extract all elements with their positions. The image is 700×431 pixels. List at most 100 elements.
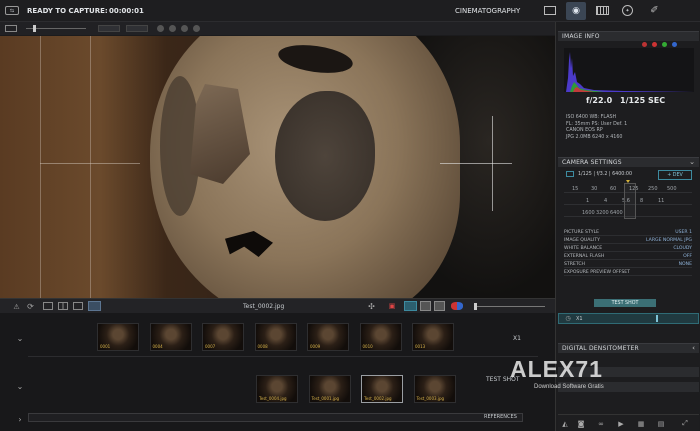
- thumbnail[interactable]: Test_0002.jpg: [361, 375, 403, 403]
- setting-label: EXTERNAL FLASH: [564, 254, 605, 259]
- guide-line: [90, 36, 91, 298]
- effects-icon[interactable]: ✐: [648, 4, 661, 17]
- crosshair-right-h: [440, 163, 512, 164]
- setting-row[interactable]: EXPOSURE PREVIEW OFFSET: [564, 270, 692, 276]
- thumbnail-label: 0001: [100, 344, 111, 349]
- setting-value: NONE: [678, 262, 692, 267]
- timer-icon[interactable]: ◷: [564, 315, 572, 322]
- opacity-slider-handle[interactable]: [474, 303, 477, 310]
- thumbnail[interactable]: 0001: [97, 323, 139, 351]
- grid-icon[interactable]: ▦: [636, 419, 646, 428]
- thumbnail[interactable]: Test_0001.jpg: [308, 375, 351, 403]
- image-info-header[interactable]: IMAGE INFO: [558, 31, 699, 41]
- track1-collapse-icon[interactable]: ⌄: [15, 333, 25, 343]
- thumbnail-label: 0008: [257, 344, 268, 349]
- chevron-down-icon[interactable]: ⌄: [689, 158, 695, 166]
- camera-icon[interactable]: ◉: [566, 2, 586, 20]
- onion-skin-icon[interactable]: [451, 302, 463, 310]
- triangle-warning-icon[interactable]: ⚠: [12, 302, 21, 311]
- camera-settings-header[interactable]: CAMERA SETTINGS ⌄: [558, 157, 699, 167]
- track2-collapse-icon[interactable]: ⌄: [15, 381, 25, 391]
- monitor-icon[interactable]: [544, 6, 556, 15]
- test-shot-button[interactable]: TEST SHOT: [594, 299, 656, 307]
- references-track[interactable]: [28, 413, 523, 422]
- setting-value: CLOUDY: [673, 246, 692, 251]
- overlay-c-button[interactable]: [434, 301, 445, 311]
- thumbnail[interactable]: 0010: [359, 323, 402, 351]
- camera-connect-icon[interactable]: ⇆: [5, 6, 19, 15]
- viewer-bottom-toolbar: ⚠ ⟳ Test_0002.jpg ✣ ▣: [0, 298, 555, 313]
- chevron-left-icon[interactable]: ‹: [692, 344, 695, 352]
- status-label: READY TO CAPTURE:: [27, 7, 108, 15]
- shutter-readout: 1/125 SEC: [620, 96, 666, 105]
- thumbnail[interactable]: Test_0003.jpg: [413, 375, 456, 403]
- thumbnail[interactable]: 0007: [202, 323, 244, 351]
- thumbnail[interactable]: Test_0004.jpg: [256, 375, 298, 403]
- watermark-tagline: Download Software Gratis: [534, 384, 604, 390]
- thumbnail[interactable]: 0009: [307, 323, 349, 351]
- setting-row[interactable]: EXTERNAL FLASH OFF: [564, 254, 692, 260]
- link-icon[interactable]: ∞: [596, 419, 606, 428]
- thumbnail[interactable]: 0013: [412, 323, 454, 351]
- top-bar: ⇆ READY TO CAPTURE: 00:00:01 CINEMATOGRA…: [0, 0, 700, 22]
- thumbnail-label: 0010: [362, 344, 373, 349]
- overlay-a-button[interactable]: [404, 301, 417, 311]
- timeline: ⌄ X1 0001 0004 0007 0008 0009 0010 0013 ⌄ TEST…: [0, 313, 555, 431]
- grid-toggle-icon[interactable]: [157, 25, 164, 32]
- densitometer-header[interactable]: DIGITAL DENSITOMETER ‹: [558, 343, 699, 353]
- aspect-icon[interactable]: [5, 25, 17, 32]
- frame-back-button[interactable]: [98, 25, 120, 32]
- refresh-icon[interactable]: ⟳: [26, 302, 35, 311]
- overlay-toggle-icon[interactable]: [169, 25, 176, 32]
- thumbnail[interactable]: 0008: [254, 323, 297, 351]
- red-dot[interactable]: [652, 42, 657, 47]
- settings-icon[interactable]: ✦: [622, 5, 633, 16]
- panel-bottom-toolbar: ◭ ◙ ∞ ▶ ▦ ▤ ⤢: [558, 414, 699, 431]
- single-view-icon[interactable]: [43, 302, 53, 310]
- filmstrip-icon[interactable]: [596, 6, 609, 15]
- setting-label: IMAGE QUALITY: [564, 238, 600, 243]
- green-channel-dot[interactable]: [662, 42, 667, 47]
- frame-forward-button[interactable]: [126, 25, 148, 32]
- overlay-b-button[interactable]: [420, 301, 431, 311]
- guides-toggle-icon[interactable]: [181, 25, 188, 32]
- dev-button[interactable]: + DEV: [658, 170, 692, 180]
- capture-marker: [656, 315, 658, 322]
- blue-channel-dot[interactable]: [672, 42, 677, 47]
- red-channel-dot[interactable]: [642, 42, 647, 47]
- expand-icon[interactable]: ⤢: [680, 419, 690, 428]
- setting-row[interactable]: WHITE BALANCE CLOUDY: [564, 246, 692, 252]
- setting-value: OFF: [683, 254, 692, 259]
- meta-line: JPG 2.0MB 6240 x 4160: [566, 134, 623, 140]
- setting-value: LARGE NORMAL JPG: [646, 238, 692, 243]
- exposure-summary: 1/125 | f/3.2 | 6400:00: [578, 172, 633, 177]
- record-icon[interactable]: ▣: [387, 301, 397, 311]
- image-info-title: IMAGE INFO: [562, 33, 600, 40]
- references-label: REFERENCES: [484, 414, 517, 420]
- zoom-slider-handle[interactable]: [33, 25, 36, 32]
- setting-label: STRETCH: [564, 262, 586, 267]
- thumbnail[interactable]: 0004: [149, 323, 192, 351]
- video-icon[interactable]: ▶: [616, 419, 626, 428]
- thumbnail-label: Test_0003.jpg: [416, 396, 445, 401]
- selected-dial-column: [624, 183, 636, 219]
- references-expand-icon[interactable]: ›: [15, 414, 25, 424]
- histogram: [564, 48, 694, 92]
- setting-row[interactable]: IMAGE QUALITY LARGE NORMAL JPG: [564, 238, 692, 244]
- grid-view-icon[interactable]: [73, 302, 83, 310]
- setting-row[interactable]: STRETCH NONE: [564, 262, 692, 268]
- split-view-icon[interactable]: [58, 302, 68, 310]
- mode-badge[interactable]: [566, 171, 574, 177]
- watermark-logo: ALEX71: [510, 356, 603, 382]
- live-view-image[interactable]: [0, 36, 555, 298]
- track1-label: X1: [513, 335, 521, 342]
- focus-toggle-icon[interactable]: [193, 25, 200, 32]
- setting-row[interactable]: PICTURE STYLE USER 1: [564, 230, 692, 236]
- chat-icon[interactable]: ▤: [656, 419, 666, 428]
- mode-label[interactable]: CINEMATOGRAPHY: [455, 7, 520, 15]
- camera-small-icon[interactable]: ◙: [576, 419, 586, 428]
- opacity-slider[interactable]: [475, 306, 545, 307]
- filmstrip-view-icon[interactable]: [88, 301, 101, 311]
- crop-icon[interactable]: ◭: [560, 419, 570, 428]
- compare-icon[interactable]: ✣: [367, 302, 376, 311]
